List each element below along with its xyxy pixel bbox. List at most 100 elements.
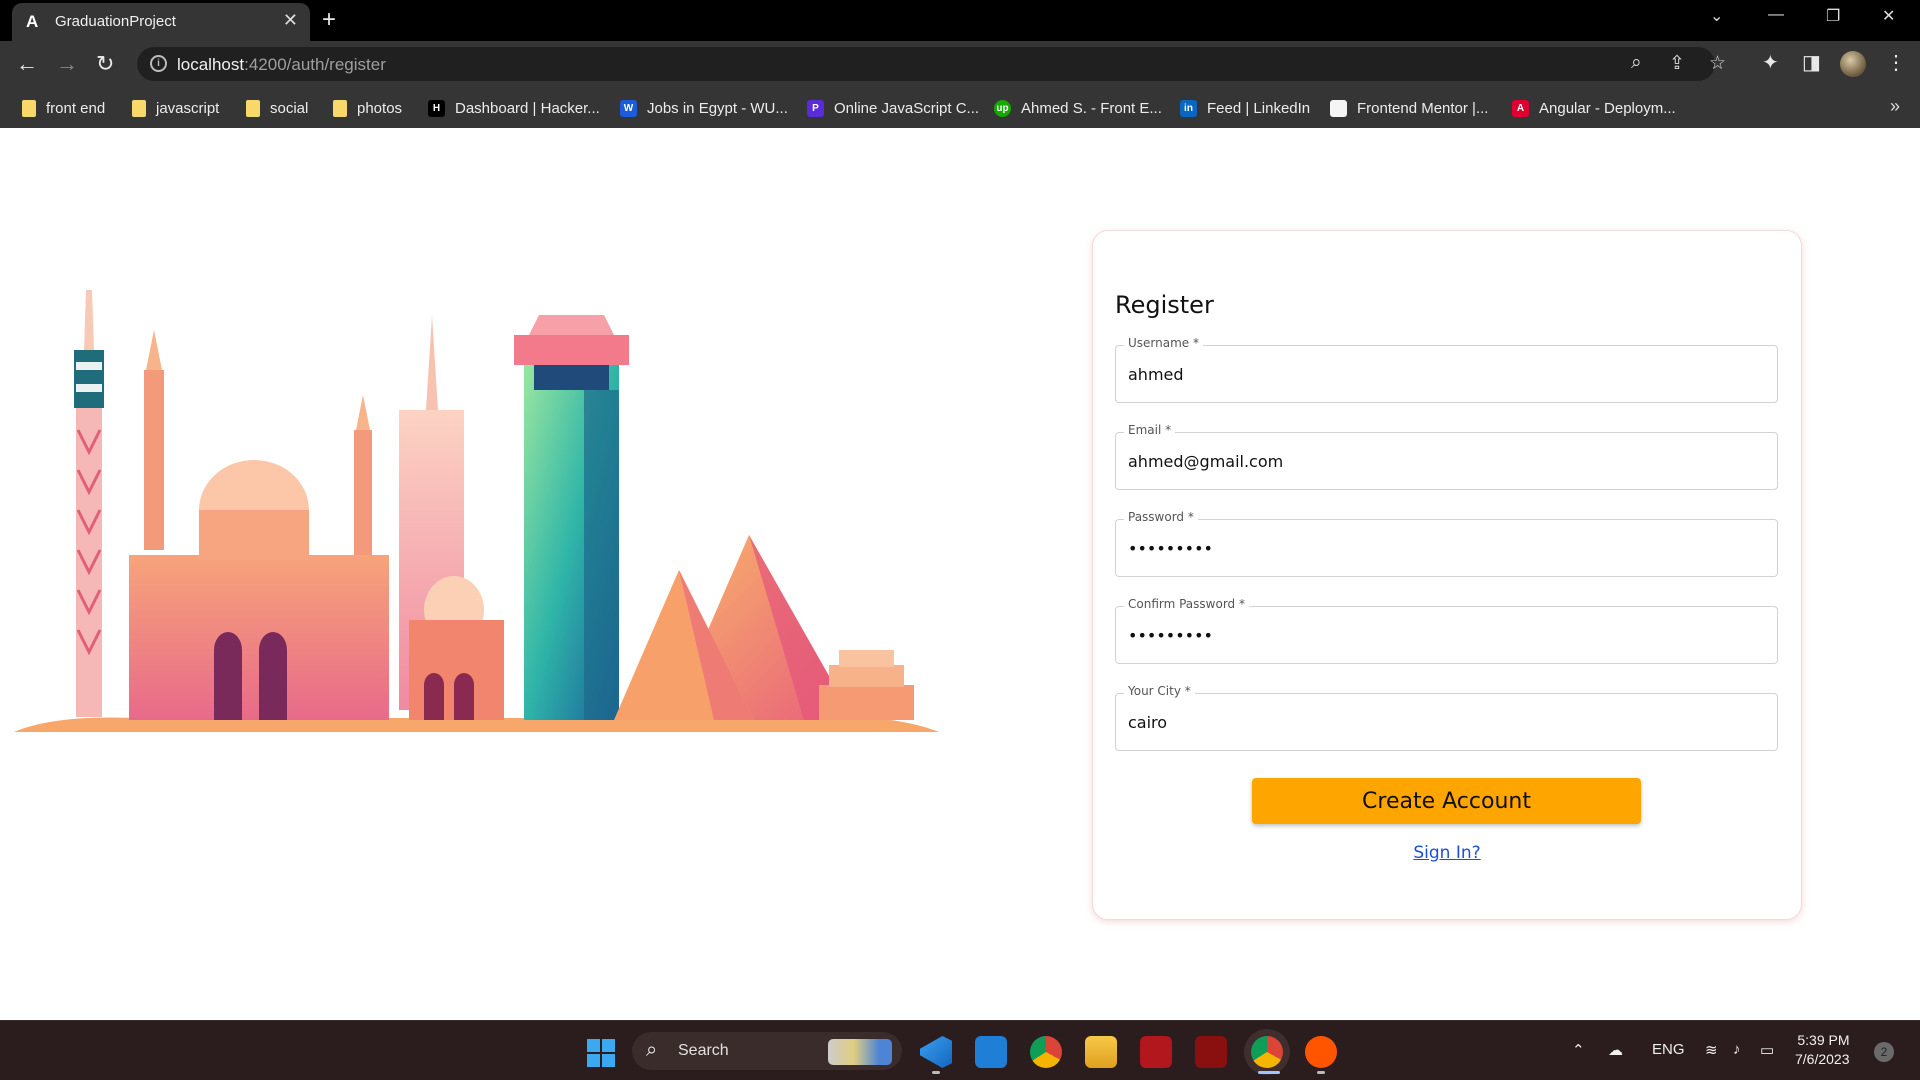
username-input[interactable] [1128,365,1748,384]
bookmark-upwork[interactable]: up Ahmed S. - Front E... [994,97,1162,119]
bookmark-label: Angular - Deploym... [1539,99,1676,117]
folder-icon [333,99,347,117]
city-field[interactable]: Your City * [1115,684,1778,751]
bookmark-wuzzuf[interactable]: W Jobs in Egypt - WU... [620,97,788,119]
bookmark-label: Frontend Mentor |... [1357,99,1489,117]
folder-icon [22,99,36,117]
side-panel-icon[interactable]: ◨ [1802,50,1821,75]
folder-icon [246,99,260,117]
bookmark-hackerrank[interactable]: H Dashboard | Hacker... [428,97,600,119]
bookmark-label: front end [46,99,106,117]
tab-title: GraduationProject [55,13,176,30]
chrome-icon[interactable] [1030,1036,1062,1068]
register-title: Register [1115,291,1214,319]
soundcloud-running-indicator [1317,1071,1325,1074]
vscode-icon[interactable] [920,1036,952,1068]
tab-close-icon[interactable]: ✕ [283,10,298,31]
browser-menu-icon[interactable]: ⋮ [1886,50,1906,75]
zoom-icon[interactable]: ⌕ [1631,52,1642,74]
bookmark-label: javascript [156,99,220,117]
mail-icon[interactable] [975,1036,1007,1068]
bookmark-star-icon[interactable]: ☆ [1709,52,1726,75]
browser-titlebar: A GraduationProject ✕ + ⌄ — ❐ ✕ [0,0,1920,41]
site-info-icon[interactable]: i [150,55,167,72]
password-field[interactable]: Password * [1115,510,1778,577]
bookmark-folder-social[interactable]: social [246,97,308,119]
window-close-icon[interactable]: ✕ [1882,6,1895,26]
email-label: Email * [1124,423,1176,437]
programiz-icon: P [807,99,824,117]
file-explorer-icon[interactable] [1085,1036,1117,1068]
chrome-active-icon[interactable] [1251,1036,1283,1068]
bookmark-linkedin[interactable]: in Feed | LinkedIn [1180,97,1310,119]
bookmark-programiz[interactable]: P Online JavaScript C... [807,97,979,119]
battery-icon[interactable]: ▭ [1760,1041,1774,1059]
confirm-password-input[interactable] [1128,626,1748,645]
bookmark-folder-photos[interactable]: photos [333,97,402,119]
search-icon: ⌕ [646,1039,658,1061]
address-bar[interactable]: i localhost:4200/auth/register ⌕ ⇪ ☆ [137,47,1726,81]
chrome-active-indicator [1258,1071,1280,1074]
forward-arrow-icon[interactable]: → [56,51,78,77]
restore-icon[interactable]: ❐ [1826,6,1840,26]
url-text[interactable]: localhost:4200/auth/register [177,55,386,75]
tab-graduation-project[interactable]: A GraduationProject ✕ [12,3,310,41]
password-label: Password * [1124,510,1198,524]
upwork-icon: up [994,99,1011,117]
wifi-icon[interactable]: ≋ [1705,1041,1718,1059]
tab-search-chevron-icon[interactable]: ⌄ [1710,6,1723,26]
bookmark-folder-javascript[interactable]: javascript [132,97,219,119]
clock-time: 5:39 PM [1797,1032,1850,1048]
bookmark-label: Dashboard | Hacker... [455,99,600,117]
spiderman-game-icon[interactable] [1140,1036,1172,1068]
bookmarks-overflow-chevron-icon[interactable]: » [1890,96,1900,117]
hackerrank-icon: H [428,99,445,117]
confirm-password-field[interactable]: Confirm Password * [1115,597,1778,664]
taskbar-clock[interactable]: 5:39 PM 7/6/2023 [1795,1031,1850,1069]
language-indicator[interactable]: ENG [1652,1041,1685,1058]
reload-icon[interactable]: ↻ [96,51,114,77]
wuzzuf-icon: W [620,99,637,117]
angular-favicon-icon: A [26,12,39,31]
folder-icon [132,99,146,117]
url-host: localhost [177,55,245,74]
tray-overflow-chevron-icon[interactable]: ⌃ [1572,1041,1585,1059]
url-path: :4200/auth/register [244,55,386,74]
vscode-running-indicator [932,1071,940,1074]
password-input[interactable] [1128,539,1748,558]
register-card: Register Username * Email * Password * C… [1092,230,1802,920]
bookmark-label: Feed | LinkedIn [1207,99,1311,117]
city-label: Your City * [1124,684,1195,698]
bookmark-label: social [270,99,309,117]
new-tab-plus-icon[interactable]: + [322,6,336,34]
create-account-button[interactable]: Create Account [1252,778,1641,824]
bookmark-label: Jobs in Egypt - WU... [647,99,788,117]
game-app-icon[interactable] [1195,1036,1227,1068]
share-icon[interactable]: ⇪ [1669,52,1685,75]
username-field[interactable]: Username * [1115,336,1778,403]
minimize-icon[interactable]: — [1768,6,1784,24]
onedrive-cloud-icon[interactable]: ☁ [1608,1041,1623,1059]
bookmark-angular[interactable]: A Angular - Deploym... [1512,97,1676,119]
email-input[interactable] [1128,452,1748,471]
email-field[interactable]: Email * [1115,423,1778,490]
browser-toolbar: ← → ↻ i localhost:4200/auth/register ⌕ ⇪… [0,41,1920,88]
windows-taskbar: ⌕ Search ⌃ ☁ ENG ≋ ♪ ▭ 5:39 PM 7/6/2023 … [0,1020,1920,1080]
extensions-puzzle-icon[interactable]: ✦ [1762,50,1779,75]
sign-in-link[interactable]: Sign In? [1093,843,1801,863]
city-input[interactable] [1128,713,1748,732]
angular-icon: A [1512,99,1529,117]
soundcloud-icon[interactable] [1305,1036,1337,1068]
bookmark-folder-front-end[interactable]: front end [22,97,105,119]
username-label: Username * [1124,336,1203,350]
windows-start-icon[interactable] [587,1039,615,1067]
notification-badge[interactable]: 2 [1874,1042,1894,1062]
linkedin-icon: in [1180,99,1197,117]
profile-avatar[interactable] [1840,51,1866,77]
back-arrow-icon[interactable]: ← [16,51,38,77]
taskbar-search-box[interactable]: ⌕ Search [632,1032,902,1070]
clock-date: 7/6/2023 [1795,1051,1850,1067]
volume-icon[interactable]: ♪ [1733,1041,1741,1058]
bookmark-frontend-mentor[interactable]: Frontend Mentor |... [1330,97,1488,119]
confirm-password-label: Confirm Password * [1124,597,1249,611]
